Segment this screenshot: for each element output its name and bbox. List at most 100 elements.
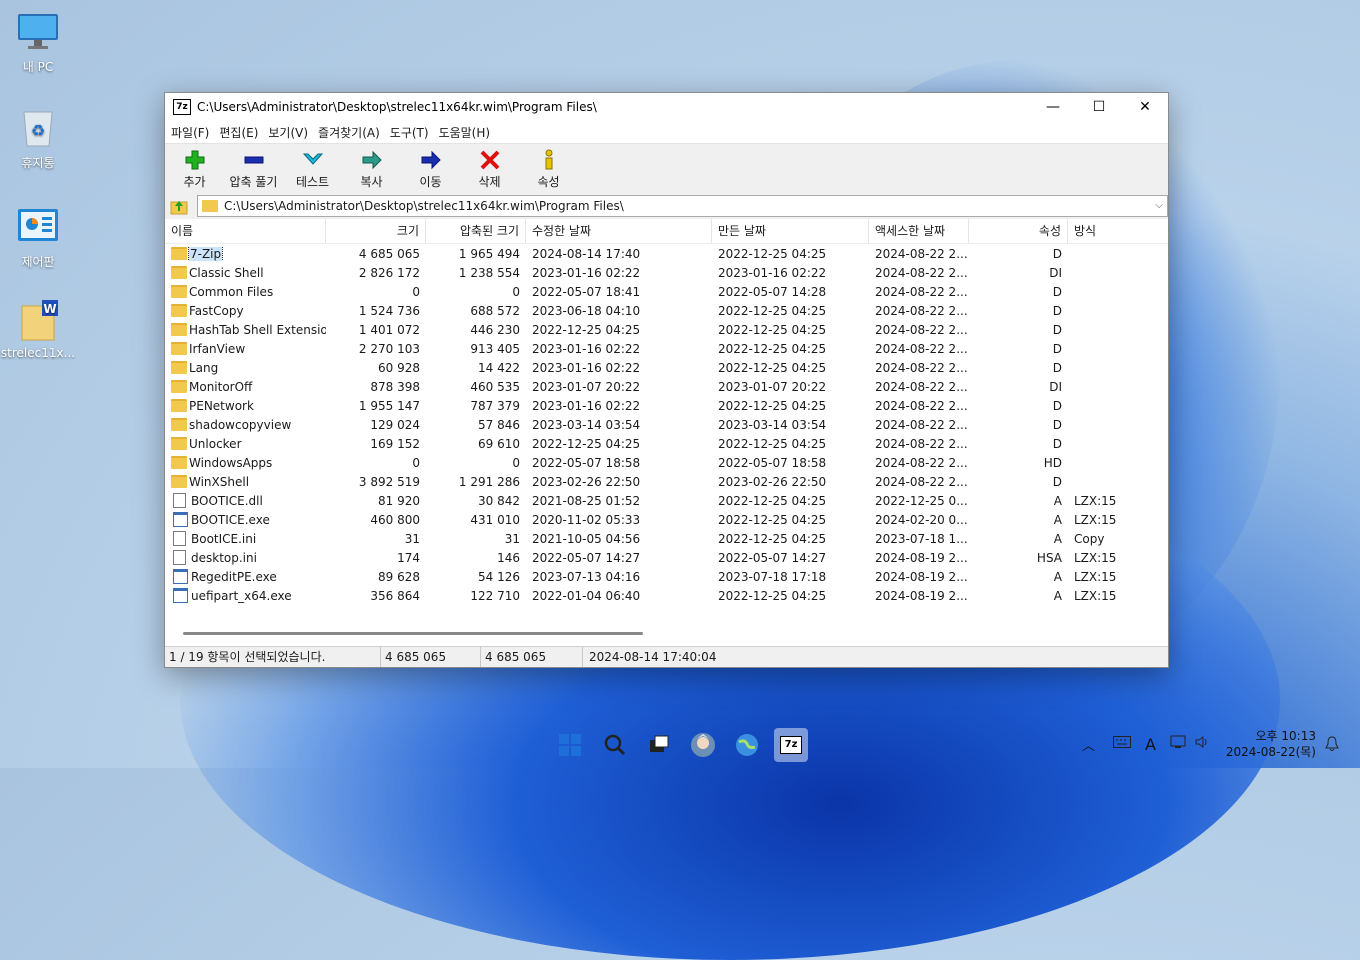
show-hidden-icons-chevron-up-icon[interactable]: ︿ xyxy=(1082,735,1095,754)
column-attributes[interactable]: 속성 xyxy=(969,219,1068,243)
menu-edit[interactable]: 편집(E) xyxy=(215,124,262,141)
cell-size: 81 920 xyxy=(378,493,420,508)
cell-packed-size: 446 230 xyxy=(470,322,520,337)
file-row[interactable]: Unlocker 169 152 69 610 2022-12-25 04:25 202… xyxy=(165,434,1168,453)
cell-attributes: A xyxy=(1053,493,1062,508)
chevron-down-icon[interactable]: ⌵ xyxy=(1155,196,1163,216)
file-row[interactable]: IrfanView 2 270 103 913 405 2023-01-16 02:2… xyxy=(165,339,1168,358)
file-name: BootICE.ini xyxy=(191,531,257,546)
file-row[interactable]: shadowcopyview 129 024 57 846 2023-03-14 03… xyxy=(165,415,1168,434)
close-button[interactable]: ✕ xyxy=(1122,93,1168,121)
start-button[interactable] xyxy=(553,728,587,762)
clock[interactable]: 오후 10:13 2024-08-22(목) xyxy=(1226,728,1316,760)
maximize-button[interactable]: ☐ xyxy=(1076,93,1122,121)
cell-packed-size: 0 xyxy=(512,284,520,299)
column-modified[interactable]: 수정한 날짜 xyxy=(526,219,712,243)
volume-icon[interactable] xyxy=(1194,734,1210,754)
properties-button[interactable]: 속성 xyxy=(519,149,578,190)
title-bar[interactable]: 7z C:\Users\Administrator\Desktop\strele… xyxy=(165,93,1168,121)
column-accessed[interactable]: 액세스한 날짜 xyxy=(869,219,969,243)
file-row[interactable]: FastCopy 1 524 736 688 572 2023-06-18 04:10… xyxy=(165,301,1168,320)
cell-name: Lang xyxy=(165,361,326,375)
column-created[interactable]: 만든 날짜 xyxy=(712,219,869,243)
cell-name: PENetwork xyxy=(165,399,326,413)
ime-indicator[interactable]: A xyxy=(1145,735,1156,754)
copy-button[interactable]: 복사 xyxy=(342,149,401,190)
search-button[interactable] xyxy=(598,728,632,762)
horizontal-scrollbar[interactable] xyxy=(183,632,643,635)
file-row[interactable]: desktop.ini 174 146 2022-05-07 14:27 2022-05… xyxy=(165,548,1168,567)
exe-file-icon xyxy=(173,569,188,584)
file-row[interactable]: Lang 60 928 14 422 2023-01-16 02:22 2022-12-… xyxy=(165,358,1168,377)
delete-button[interactable]: 삭제 xyxy=(460,149,519,190)
file-list[interactable]: 이름 크기 압축된 크기 수정한 날짜 만든 날짜 액세스한 날짜 속성 방식 … xyxy=(165,219,1168,649)
extract-button[interactable]: 압축 풀기 xyxy=(224,149,283,190)
menu-view[interactable]: 보기(V) xyxy=(264,124,312,141)
recycle-bin-icon: ♻ xyxy=(16,106,60,150)
taskbar-app-avatar[interactable] xyxy=(686,728,720,762)
minimize-button[interactable]: — xyxy=(1030,93,1076,121)
cell-name: shadowcopyview xyxy=(165,418,326,432)
move-button[interactable]: 이동 xyxy=(401,149,460,190)
address-combobox[interactable]: C:\Users\Administrator\Desktop\strelec11… xyxy=(197,195,1168,217)
cell-attributes: D xyxy=(1052,474,1062,489)
cell-attributes: A xyxy=(1053,531,1062,546)
file-row[interactable]: 7-Zip 4 685 065 1 965 494 2024-08-14 17:40 2… xyxy=(165,244,1168,263)
delete-label: 삭제 xyxy=(478,174,501,189)
cell-accessed: 2024-08-19 2... xyxy=(875,569,968,584)
task-view-button[interactable] xyxy=(642,728,676,762)
desktop-icon-recycle-bin[interactable]: ♻ 휴지통 xyxy=(0,106,76,171)
file-row[interactable]: BOOTICE.exe 460 800 431 010 2020-11-02 05:3… xyxy=(165,510,1168,529)
file-name: shadowcopyview xyxy=(189,417,292,432)
file-icon xyxy=(173,550,186,565)
cell-method: LZX:15 xyxy=(1074,588,1117,603)
file-name: IrfanView xyxy=(189,341,246,356)
keyboard-icon[interactable] xyxy=(1113,736,1132,752)
cell-accessed: 2024-08-22 2... xyxy=(875,436,968,451)
column-packed-size[interactable]: 압축된 크기 xyxy=(426,219,526,243)
cell-modified: 2023-07-13 04:16 xyxy=(532,569,641,584)
cell-modified: 2024-08-14 17:40 xyxy=(532,246,641,261)
cell-created: 2022-12-25 04:25 xyxy=(718,493,827,508)
file-row[interactable]: WinXShell 3 892 519 1 291 286 2023-02-26 22… xyxy=(165,472,1168,491)
file-row[interactable]: uefipart_x64.exe 356 864 122 710 2022-01-04… xyxy=(165,586,1168,605)
file-row[interactable]: BootICE.ini 31 31 2021-10-05 04:56 2022-12-2… xyxy=(165,529,1168,548)
clock-date: 2024-08-22(목) xyxy=(1225,745,1316,759)
column-size[interactable]: 크기 xyxy=(326,219,426,243)
add-button[interactable]: 추가 xyxy=(165,149,224,190)
folder-up-button[interactable] xyxy=(169,196,189,216)
desktop-icon-wim-file[interactable]: W strelec11x... xyxy=(0,298,76,360)
menu-help[interactable]: 도움말(H) xyxy=(435,124,495,141)
test-icon xyxy=(283,149,342,171)
cell-modified: 2023-01-16 02:22 xyxy=(532,360,641,375)
file-row[interactable]: MonitorOff 878 398 460 535 2023-01-07 20:22… xyxy=(165,377,1168,396)
file-row[interactable]: WindowsApps 0 0 2022-05-07 18:58 2022-05-07 … xyxy=(165,453,1168,472)
desktop-icon-control-panel[interactable]: 제어판 xyxy=(0,205,76,270)
cell-size: 460 800 xyxy=(370,512,420,527)
column-name[interactable]: 이름 xyxy=(165,219,326,243)
cell-modified: 2023-01-16 02:22 xyxy=(532,265,641,280)
menu-favorites[interactable]: 즐겨찾기(A) xyxy=(314,124,384,141)
network-icon[interactable] xyxy=(1170,734,1188,754)
file-row[interactable]: Common Files 0 0 2022-05-07 18:41 2022-05-07… xyxy=(165,282,1168,301)
column-method[interactable]: 방식 xyxy=(1068,219,1168,243)
cell-accessed: 2024-08-22 2... xyxy=(875,341,968,356)
file-name: MonitorOff xyxy=(189,379,253,394)
desktop-icon-this-pc[interactable]: 내 PC xyxy=(0,10,76,75)
test-label: 테스트 xyxy=(295,174,330,189)
menu-tools[interactable]: 도구(T) xyxy=(386,124,433,141)
cell-created: 2022-12-25 04:25 xyxy=(718,341,827,356)
file-row[interactable]: PENetwork 1 955 147 787 379 2023-01-16 02:2… xyxy=(165,396,1168,415)
file-row[interactable]: Classic Shell 2 826 172 1 238 554 2023-01-1… xyxy=(165,263,1168,282)
file-row[interactable]: BOOTICE.dll 81 920 30 842 2021-08-25 01:52 2… xyxy=(165,491,1168,510)
taskbar-app-7zip[interactable]: 7z xyxy=(774,728,808,762)
file-row[interactable]: HashTab Shell Extension 1 401 072 446 230 2… xyxy=(165,320,1168,339)
cell-accessed: 2024-02-20 0... xyxy=(875,512,968,527)
test-button[interactable]: 테스트 xyxy=(283,149,342,190)
file-row[interactable]: RegeditPE.exe 89 628 54 126 2023-07-13 04:1… xyxy=(165,567,1168,586)
cell-size: 0 xyxy=(412,284,420,299)
taskbar-app-browser[interactable] xyxy=(730,728,764,762)
notification-bell-icon[interactable] xyxy=(1324,736,1340,755)
cell-packed-size: 1 291 286 xyxy=(458,474,520,489)
menu-file[interactable]: 파일(F) xyxy=(167,124,213,141)
